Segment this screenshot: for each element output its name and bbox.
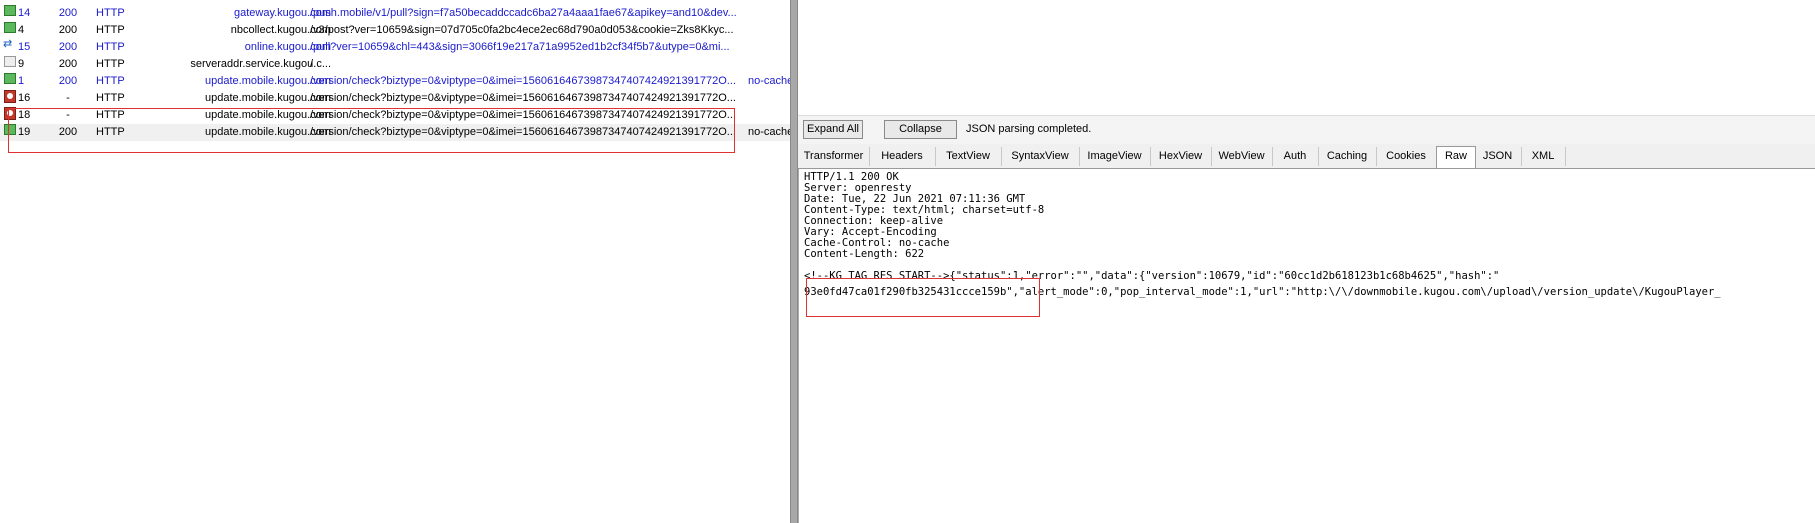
highlight-box — [8, 108, 735, 153]
session-host: nbcollect.kugou.com — [230, 24, 331, 36]
json-toolbar: Expand All Collapse JSON parsing complet… — [798, 115, 1815, 145]
session-row[interactable]: 9 200 HTTP serveraddr.service.kugou.c... / — [0, 56, 790, 73]
session-result: 200 — [58, 41, 78, 53]
session-row[interactable]: 1 200 HTTP update.mobile.kugou.com/version/… — [0, 73, 790, 90]
session-protocol: HTTP — [96, 7, 125, 19]
session-number: 9 — [18, 58, 25, 70]
response-tabs: Transformer Headers TextView SyntaxView Imag… — [798, 144, 1815, 169]
pane-splitter[interactable] — [790, 0, 798, 523]
session-caching: no-cache — [748, 75, 790, 87]
tab-raw[interactable]: Raw — [1436, 146, 1476, 168]
response-arrow-icon — [4, 22, 16, 33]
session-result: 200 — [58, 7, 78, 19]
session-url: /version/check?biztype=0&viptype=0&imei=… — [310, 92, 736, 104]
tab-json[interactable]: JSON — [1474, 147, 1522, 166]
tab-xml[interactable]: XML — [1521, 147, 1566, 166]
tab-webview[interactable]: WebView — [1211, 147, 1273, 166]
collapse-button[interactable]: Collapse — [884, 120, 957, 139]
raw-response-headers: HTTP/1.1 200 OK Server: openresty Date: … — [804, 171, 1045, 260]
breakpoint-icon — [4, 90, 16, 103]
session-host: gateway.kugou.com — [233, 7, 331, 19]
document-icon — [4, 56, 16, 67]
response-arrow-icon — [4, 5, 16, 16]
session-row[interactable]: 14 200 HTTP gateway.kugou.com/push.mobile/v… — [0, 5, 790, 22]
session-host: online.kugou.com — [244, 41, 331, 53]
tab-headers[interactable]: Headers — [869, 147, 936, 166]
session-icon: ⇄ — [2, 39, 18, 56]
session-number: 1 — [18, 75, 25, 87]
tab-cookies[interactable]: Cookies — [1376, 147, 1437, 166]
session-icon — [2, 90, 18, 107]
session-host: update.mobile.kugou.com — [205, 75, 331, 87]
session-result: 200 — [58, 58, 78, 70]
session-list[interactable]: 14 200 HTTP gateway.kugou.com/push.mobile/v… — [0, 0, 790, 523]
highlight-box — [806, 278, 1040, 317]
session-number: 16 — [18, 92, 31, 104]
session-protocol: HTTP — [96, 24, 125, 36]
session-url: /version/check?biztype=0&viptype=0&imei=… — [310, 75, 736, 87]
expand-all-button[interactable]: Expand All — [803, 120, 863, 139]
session-protocol: HTTP — [96, 92, 125, 104]
inspector-pane: Expand All Collapse JSON parsing complet… — [798, 0, 1815, 523]
session-host: serveraddr.service.kugou.c... — [190, 58, 331, 70]
tab-hexview[interactable]: HexView — [1150, 147, 1212, 166]
json-status-text: JSON parsing completed. — [966, 123, 1092, 135]
response-arrow-icon — [4, 73, 16, 84]
session-caching: no-cache — [748, 126, 790, 138]
session-icon — [2, 22, 18, 39]
session-row[interactable]: 16 - HTTP update.mobile.kugou.com/version/c… — [0, 90, 790, 107]
tab-transformer[interactable]: Transformer — [798, 147, 870, 166]
tab-imageview[interactable]: ImageView — [1079, 147, 1151, 166]
tab-textview[interactable]: TextView — [935, 147, 1002, 166]
session-url: / — [310, 58, 314, 70]
session-result: 200 — [58, 75, 78, 87]
session-protocol: HTTP — [96, 75, 125, 87]
session-icon — [2, 56, 18, 73]
session-protocol: HTTP — [96, 41, 125, 53]
tab-auth[interactable]: Auth — [1272, 147, 1319, 166]
session-number: 15 — [18, 41, 31, 53]
session-host: update.mobile.kugou.com — [205, 92, 331, 104]
session-row[interactable]: 4 200 HTTP nbcollect.kugou.com/v3/post?ver=… — [0, 22, 790, 39]
session-protocol: HTTP — [96, 58, 125, 70]
tab-caching[interactable]: Caching — [1318, 147, 1377, 166]
session-result: 200 — [58, 24, 78, 36]
session-icon — [2, 73, 18, 90]
session-url: /pull?ver=10659&chl=443&sign=3066f19e217… — [310, 41, 730, 53]
session-result: - — [66, 92, 70, 104]
tab-syntaxview[interactable]: SyntaxView — [1001, 147, 1080, 166]
session-url: /push.mobile/v1/pull?sign=f7a50becaddcca… — [310, 7, 737, 19]
raw-response-view[interactable]: HTTP/1.1 200 OK Server: openresty Date: … — [798, 169, 1815, 523]
session-row[interactable]: ⇄ 15 200 HTTP online.kugou.com/pull?ver=1065… — [0, 39, 790, 56]
json-tree-view[interactable] — [798, 0, 1815, 115]
session-number: 14 — [18, 7, 31, 19]
session-url: /v3/post?ver=10659&sign=07d705c0fa2bc4ec… — [310, 24, 734, 36]
bidirectional-arrows-icon: ⇄ — [3, 39, 13, 50]
session-number: 4 — [18, 24, 25, 36]
session-icon — [2, 5, 18, 22]
